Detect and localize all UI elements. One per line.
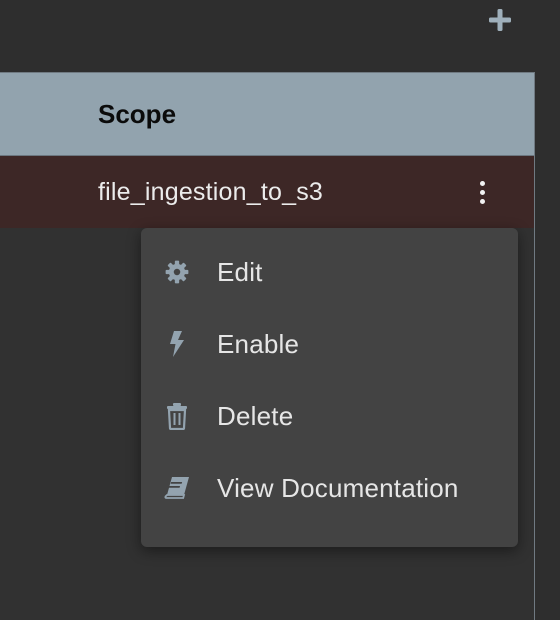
menu-item-delete[interactable]: Delete: [141, 380, 518, 452]
column-header-scope: Scope: [98, 98, 177, 129]
gear-icon: [163, 259, 191, 285]
menu-item-edit-label: Edit: [217, 256, 263, 287]
menu-item-view-documentation[interactable]: View Documentation: [141, 452, 518, 524]
table-row[interactable]: file_ingestion_to_s3: [0, 156, 534, 228]
book-icon: [163, 475, 191, 501]
scope-cell: file_ingestion_to_s3: [98, 177, 323, 206]
table-header: Scope: [0, 73, 534, 156]
lightning-bolt-icon: [163, 330, 191, 358]
trash-icon: [163, 402, 191, 430]
menu-item-delete-label: Delete: [217, 400, 294, 431]
menu-item-enable-label: Enable: [217, 328, 300, 359]
plus-icon: [489, 9, 511, 31]
menu-item-view-documentation-label: View Documentation: [217, 472, 459, 503]
kebab-menu-icon[interactable]: [470, 176, 494, 208]
context-menu: Edit Enable Delete View Documentation: [141, 228, 518, 547]
add-button[interactable]: [486, 6, 514, 34]
menu-item-enable[interactable]: Enable: [141, 308, 518, 380]
menu-item-edit[interactable]: Edit: [141, 236, 518, 308]
